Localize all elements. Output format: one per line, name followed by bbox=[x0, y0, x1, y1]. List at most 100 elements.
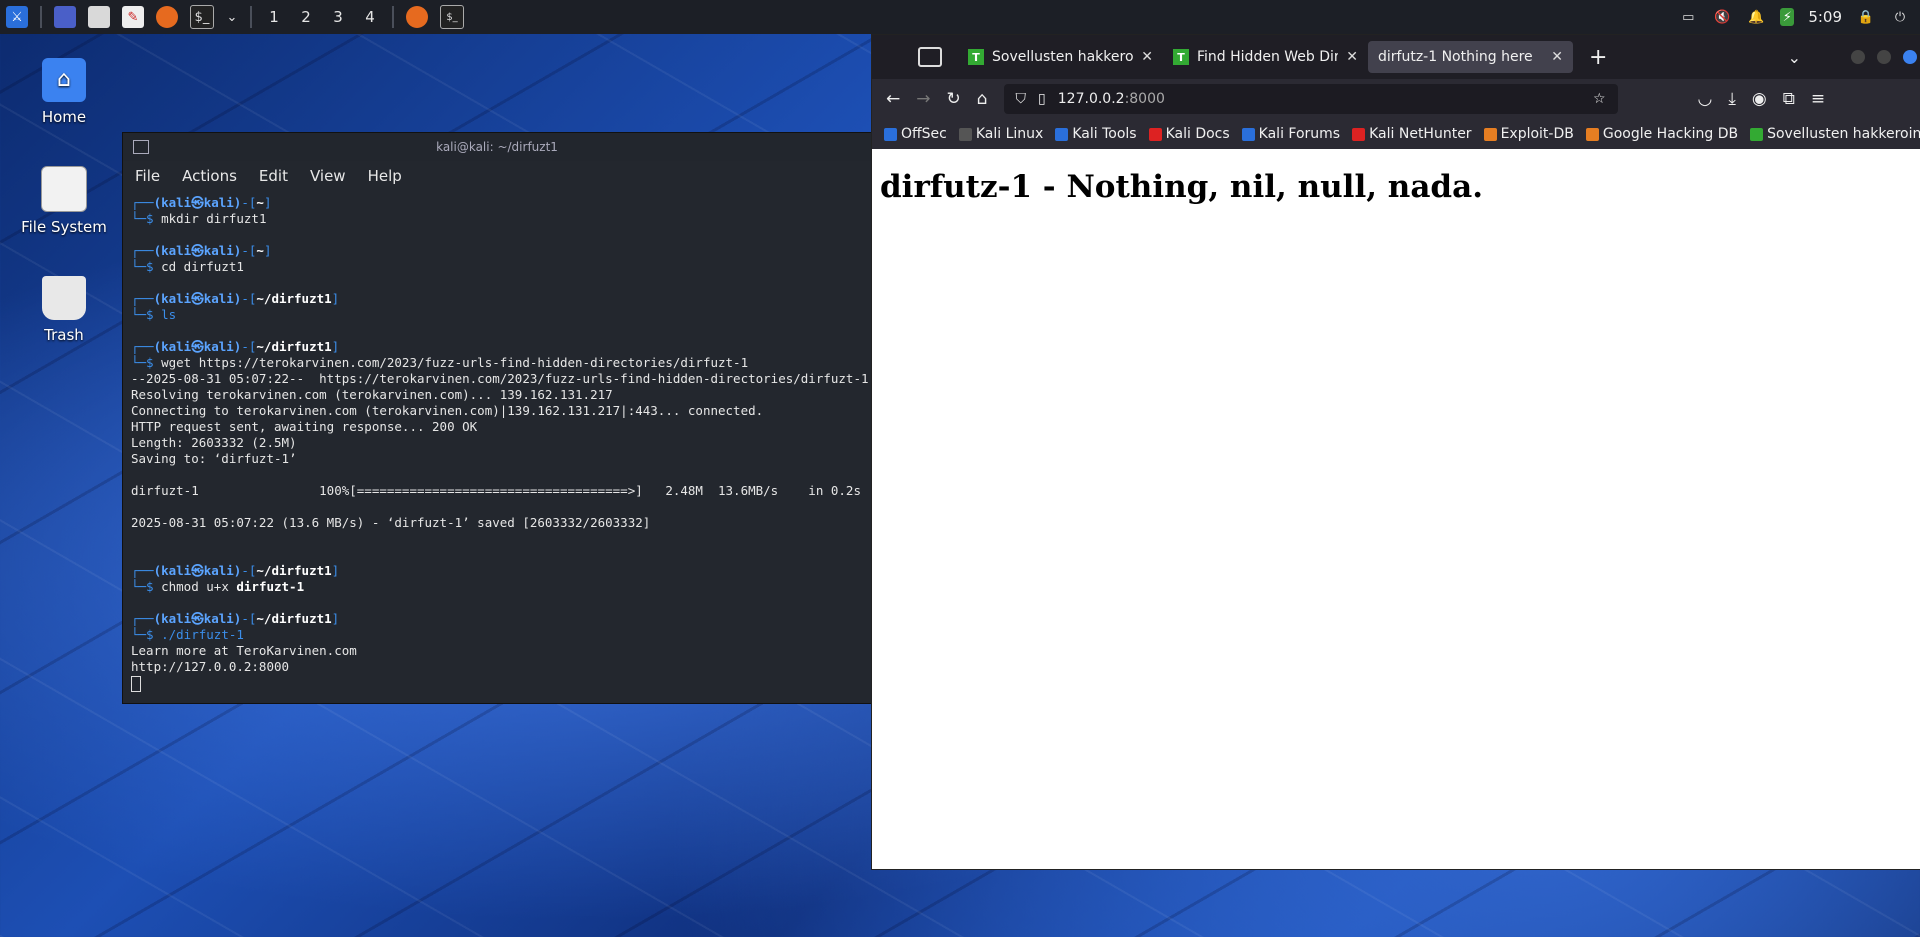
taskbar-separator bbox=[392, 6, 394, 28]
trash-icon bbox=[42, 276, 86, 320]
output-line: 2025-08-31 05:07:22 (13.6 MB/s) - ‘dirfu… bbox=[131, 515, 651, 530]
bookmarks-bar: OffSec Kali Linux Kali Tools Kali Docs K… bbox=[872, 119, 1920, 149]
bookmark-kali-nethunter[interactable]: Kali NetHunter bbox=[1352, 126, 1472, 142]
output-line: --2025-08-31 05:07:22-- https://terokarv… bbox=[131, 371, 869, 386]
kali-menu-icon[interactable]: ⚔ bbox=[6, 6, 28, 28]
show-desktop-icon[interactable] bbox=[54, 6, 76, 28]
system-tray: ▭ 🔇 🔔 ⚡ 5:09 🔒 ⏻ bbox=[1678, 0, 1920, 34]
terminal-titlebar[interactable]: kali@kali: ~/dirfuzt1 bbox=[123, 133, 871, 161]
bookmark-star-icon[interactable]: ☆ bbox=[1593, 91, 1606, 107]
list-tabs-icon[interactable]: ⌄ bbox=[1788, 48, 1801, 67]
desktop-icon-file-system[interactable]: File System bbox=[14, 166, 114, 236]
desktop-icon-home[interactable]: ⌂ Home bbox=[14, 58, 114, 126]
bookmark-kali-docs[interactable]: Kali Docs bbox=[1148, 126, 1230, 142]
prompt-user: (kali㉿kali) bbox=[153, 339, 242, 354]
text-editor-icon[interactable]: ✎ bbox=[122, 6, 144, 28]
firefox-task-icon[interactable] bbox=[406, 6, 428, 28]
desktop-icon-trash[interactable]: Trash bbox=[14, 276, 114, 344]
downloads-icon[interactable]: ⤓ bbox=[1728, 89, 1736, 109]
browser-window[interactable]: T Sovellusten hakkerointi - ✕ T Find Hid… bbox=[871, 34, 1920, 870]
close-icon[interactable]: ✕ bbox=[1141, 49, 1153, 65]
page-info-icon[interactable]: ▯ bbox=[1038, 91, 1046, 107]
tab-sovellusten[interactable]: T Sovellusten hakkerointi - ✕ bbox=[958, 41, 1163, 73]
window-controls bbox=[1851, 50, 1917, 64]
prompt-dir: ~/dirfuzt1 bbox=[256, 339, 332, 354]
close-icon[interactable]: ✕ bbox=[1551, 49, 1563, 65]
pocket-icon[interactable]: ◡ bbox=[1698, 89, 1713, 109]
workspace-3[interactable]: 3 bbox=[322, 8, 354, 26]
bookmark-label: OffSec bbox=[901, 126, 947, 142]
desktop-icon-label: Home bbox=[41, 108, 87, 126]
bookmark-kali-linux[interactable]: Kali Linux bbox=[958, 126, 1043, 142]
forward-icon[interactable]: → bbox=[916, 89, 930, 109]
battery-icon[interactable]: ⚡ bbox=[1780, 8, 1795, 26]
file-manager-icon[interactable] bbox=[88, 6, 110, 28]
menu-view[interactable]: View bbox=[310, 167, 346, 185]
tab-find-hidden[interactable]: T Find Hidden Web Directo ✕ bbox=[1163, 41, 1368, 73]
prompt-dir: ~ bbox=[256, 195, 264, 210]
terminal-output[interactable]: ┌──(kali㉿kali)-[~] └─$ mkdir dirfuzt1 ┌─… bbox=[123, 191, 871, 699]
new-tab-icon[interactable]: + bbox=[1589, 45, 1607, 70]
url-port: :8000 bbox=[1124, 91, 1165, 107]
firefox-icon[interactable] bbox=[156, 6, 178, 28]
chevron-down-icon[interactable]: ⌄ bbox=[226, 6, 238, 28]
clock[interactable]: 5:09 bbox=[1808, 8, 1842, 26]
logout-icon[interactable]: ⏻ bbox=[1890, 8, 1910, 26]
terminal-window[interactable]: kali@kali: ~/dirfuzt1 File Actions Edit … bbox=[122, 132, 872, 704]
menu-help[interactable]: Help bbox=[368, 167, 402, 185]
bookmark-kali-forums[interactable]: Kali Forums bbox=[1241, 126, 1341, 142]
kali-tools-icon bbox=[1055, 127, 1069, 141]
command: wget https://terokarvinen.com/2023/fuzz-… bbox=[161, 355, 749, 370]
back-icon[interactable]: ← bbox=[886, 89, 900, 109]
screen-icon[interactable]: ▭ bbox=[1678, 8, 1698, 26]
firefox-view-icon[interactable] bbox=[918, 47, 942, 67]
close-window-icon[interactable] bbox=[1903, 50, 1917, 64]
bookmark-offsec[interactable]: OffSec bbox=[884, 126, 947, 142]
bookmark-label: Kali Forums bbox=[1258, 126, 1341, 142]
terminal-menubar: File Actions Edit View Help bbox=[123, 161, 871, 191]
minimize-icon[interactable] bbox=[1851, 50, 1865, 64]
menu-file[interactable]: File bbox=[135, 167, 160, 185]
home-icon[interactable]: ⌂ bbox=[977, 89, 988, 109]
workspace-4[interactable]: 4 bbox=[354, 8, 386, 26]
menu-actions[interactable]: Actions bbox=[182, 167, 237, 185]
url-host: 127.0.0.2 bbox=[1057, 91, 1125, 107]
tab-title: Find Hidden Web Directo bbox=[1197, 49, 1339, 65]
tab-dirfutz[interactable]: dirfutz-1 Nothing here ✕ bbox=[1368, 41, 1573, 73]
prompt-dir: ~/dirfuzt1 bbox=[256, 611, 332, 626]
terminal-cursor bbox=[131, 675, 141, 692]
volume-muted-icon[interactable]: 🔇 bbox=[1712, 8, 1732, 26]
kali-docs-icon bbox=[1148, 127, 1162, 141]
menu-icon[interactable]: ≡ bbox=[1811, 89, 1825, 109]
extensions-icon[interactable]: ⧉ bbox=[1783, 89, 1795, 109]
bookmark-sovellusten[interactable]: Sovellusten hakkeroin... bbox=[1750, 126, 1920, 142]
taskbar-separator bbox=[250, 6, 252, 28]
reload-icon[interactable]: ↻ bbox=[947, 89, 961, 109]
terminal-icon[interactable]: $_ bbox=[190, 5, 214, 29]
bookmark-kali-tools[interactable]: Kali Tools bbox=[1055, 126, 1137, 142]
terminal-task-icon[interactable]: $_ bbox=[440, 5, 464, 29]
taskbar: ⚔ ✎ $_ ⌄ 1 2 3 4 $_ ▭ 🔇 🔔 ⚡ 5:09 🔒 ⏻ bbox=[0, 0, 1920, 34]
output-line: Resolving terokarvinen.com (terokarvinen… bbox=[131, 387, 613, 402]
bookmark-label: Exploit-DB bbox=[1500, 126, 1574, 142]
page-heading: dirfutz-1 - Nothing, nil, null, nada. bbox=[880, 169, 1483, 205]
output-line: http://127.0.0.2:8000 bbox=[131, 659, 290, 674]
account-icon[interactable]: ◉ bbox=[1752, 89, 1767, 109]
bookmark-label: Sovellusten hakkeroin... bbox=[1767, 126, 1920, 142]
prompt-dir: ~/dirfuzt1 bbox=[256, 291, 332, 306]
nethunter-icon bbox=[1352, 127, 1366, 141]
notification-icon[interactable]: 🔔 bbox=[1746, 8, 1766, 26]
maximize-icon[interactable] bbox=[1877, 50, 1891, 64]
close-icon[interactable]: ✕ bbox=[1346, 49, 1358, 65]
workspace-1[interactable]: 1 bbox=[258, 8, 290, 26]
kali-icon bbox=[958, 127, 972, 141]
bookmark-exploit-db[interactable]: Exploit-DB bbox=[1483, 126, 1574, 142]
lock-icon[interactable]: 🔒 bbox=[1856, 8, 1876, 26]
bookmark-label: Google Hacking DB bbox=[1602, 126, 1739, 142]
workspace-2[interactable]: 2 bbox=[290, 8, 322, 26]
url-bar[interactable]: ⛉ ▯ 127.0.0.2:8000 ☆ bbox=[1003, 84, 1618, 114]
shield-icon[interactable]: ⛉ bbox=[1016, 91, 1027, 107]
bookmark-google-hacking-db[interactable]: Google Hacking DB bbox=[1585, 126, 1739, 142]
bookmark-label: Kali Tools bbox=[1072, 126, 1137, 142]
menu-edit[interactable]: Edit bbox=[259, 167, 288, 185]
